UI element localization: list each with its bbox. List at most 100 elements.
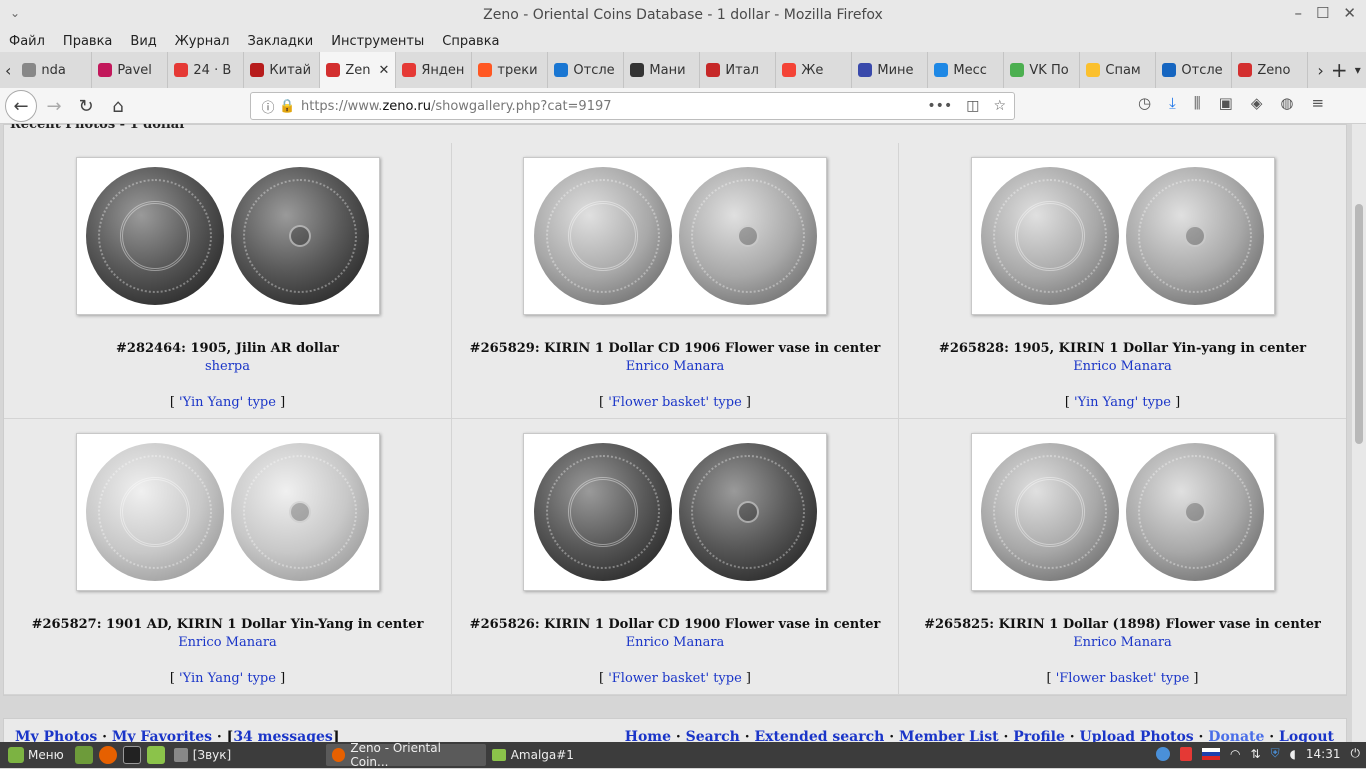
vpn-icon[interactable] xyxy=(1156,746,1171,761)
member-list-link[interactable]: Member List xyxy=(899,729,999,742)
forward-button[interactable]: → xyxy=(40,92,68,120)
new-tab-icon[interactable]: + xyxy=(1329,58,1350,82)
menu-view[interactable]: Вид xyxy=(130,34,156,49)
back-button[interactable]: ← xyxy=(5,90,37,122)
coin-photo-thumbnail[interactable] xyxy=(523,433,827,591)
coin-photo-thumbnail[interactable] xyxy=(75,433,380,591)
browser-tab[interactable]: Мани xyxy=(624,52,701,88)
messages-link[interactable]: 34 messages xyxy=(233,729,333,742)
menu-edit[interactable]: Правка xyxy=(63,34,112,49)
photo-author-link[interactable]: Enrico Manara xyxy=(452,635,898,650)
menu-help[interactable]: Справка xyxy=(442,34,499,49)
ublock-icon[interactable]: ◈ xyxy=(1251,94,1263,112)
menu-file[interactable]: Файл xyxy=(9,34,45,49)
photo-type-link[interactable]: 'Yin Yang' type xyxy=(179,671,276,686)
minimize-button[interactable]: – xyxy=(1294,4,1302,22)
tab-scroll-right-icon[interactable]: › xyxy=(1312,61,1328,80)
url-text[interactable]: https://www.zeno.ru/showgallery.php?cat=… xyxy=(301,99,612,114)
shield-icon[interactable] xyxy=(1180,746,1193,761)
photo-author-link[interactable]: Enrico Manara xyxy=(899,635,1346,650)
bookmark-star-icon[interactable]: ☆ xyxy=(993,98,1006,114)
browser-tab[interactable]: Отсле xyxy=(548,52,625,88)
history-icon[interactable]: ◷ xyxy=(1138,94,1151,112)
library-icon[interactable]: ⫼ xyxy=(1194,94,1201,112)
browser-tab[interactable]: 24 · В xyxy=(168,52,245,88)
photo-author-link[interactable]: sherpa xyxy=(4,359,451,374)
browser-tab[interactable]: Отсле xyxy=(1156,52,1233,88)
browser-tab[interactable]: Китай xyxy=(244,52,321,88)
terminal-launcher-icon[interactable] xyxy=(122,746,141,764)
clock[interactable]: 14:31 xyxy=(1306,747,1341,761)
pocket-icon[interactable]: ◫ xyxy=(966,98,979,114)
maximize-button[interactable]: ☐ xyxy=(1316,4,1329,22)
start-menu-button[interactable]: Меню xyxy=(0,747,72,763)
page-actions-icon[interactable]: ••• xyxy=(927,98,952,114)
upload-photos-link[interactable]: Upload Photos xyxy=(1080,729,1194,742)
page-scrollbar[interactable] xyxy=(1352,124,1366,742)
photo-author-link[interactable]: Enrico Manara xyxy=(4,635,451,650)
keyboard-layout-flag-icon[interactable] xyxy=(1202,747,1221,760)
photo-caption[interactable]: #265826: KIRIN 1 Dollar CD 1900 Flower v… xyxy=(452,617,898,632)
network-icon[interactable]: ⇅ xyxy=(1251,747,1261,761)
taskbar-task-folder[interactable]: Amalga#1 xyxy=(486,744,646,766)
download-icon[interactable]: ⤓ xyxy=(1169,94,1176,112)
menu-bookmarks[interactable]: Закладки xyxy=(248,34,314,49)
window-menu-icon[interactable]: ⌄ xyxy=(10,6,20,20)
coin-photo-thumbnail[interactable] xyxy=(523,157,827,315)
close-window-button[interactable]: ✕ xyxy=(1343,4,1356,22)
photo-type-link[interactable]: 'Flower basket' type xyxy=(1056,671,1190,686)
home-link[interactable]: Home xyxy=(625,729,671,742)
browser-tab[interactable]: VK По xyxy=(1004,52,1081,88)
coin-photo-thumbnail[interactable] xyxy=(75,157,380,315)
photo-type-link[interactable]: 'Flower basket' type xyxy=(608,671,742,686)
coin-photo-thumbnail[interactable] xyxy=(970,433,1275,591)
photo-caption[interactable]: #282464: 1905, Jilin AR dollar xyxy=(4,341,451,356)
extended-search-link[interactable]: Extended search xyxy=(754,729,884,742)
volume-icon[interactable]: ◖ xyxy=(1290,747,1296,761)
taskbar-task-firefox[interactable]: Zeno - Oriental Coin... xyxy=(325,741,486,769)
tab-scroll-left-icon[interactable]: ‹ xyxy=(0,61,16,80)
browser-tab[interactable]: Мине xyxy=(852,52,929,88)
browser-tab[interactable]: Pavel xyxy=(92,52,169,88)
logout-link[interactable]: Logout xyxy=(1279,729,1334,742)
photo-type-link[interactable]: 'Yin Yang' type xyxy=(1074,395,1171,410)
menu-tools[interactable]: Инструменты xyxy=(331,34,424,49)
my-favorites-link[interactable]: My Favorites xyxy=(112,729,212,742)
wifi-icon[interactable]: ◠ xyxy=(1230,747,1240,761)
power-icon[interactable]: ⏻ xyxy=(1351,746,1361,761)
close-tab-icon[interactable]: ✕ xyxy=(378,63,389,78)
globe-icon[interactable]: ◍ xyxy=(1280,94,1293,112)
browser-tab[interactable]: Месс xyxy=(928,52,1005,88)
reload-button[interactable]: ↻ xyxy=(72,92,100,120)
url-bar[interactable]: ⓘ 🔒 https://www.zeno.ru/showgallery.php?… xyxy=(250,92,1015,120)
photo-caption[interactable]: #265828: 1905, KIRIN 1 Dollar Yin-yang i… xyxy=(899,341,1346,356)
tab-list-icon[interactable]: ▾ xyxy=(1350,63,1366,77)
sidebar-icon[interactable]: ▣ xyxy=(1219,94,1233,112)
photo-caption[interactable]: #265829: KIRIN 1 Dollar CD 1906 Flower v… xyxy=(452,341,898,356)
scrollbar-thumb[interactable] xyxy=(1355,204,1363,444)
browser-tab[interactable]: Же xyxy=(776,52,853,88)
browser-tab[interactable]: треки xyxy=(472,52,549,88)
photo-author-link[interactable]: Enrico Manara xyxy=(899,359,1346,374)
home-icon[interactable]: ⌂ xyxy=(104,92,132,120)
photo-type-link[interactable]: 'Yin Yang' type xyxy=(179,395,276,410)
browser-tab[interactable]: Zen ✕ xyxy=(320,52,397,88)
files-launcher-icon[interactable] xyxy=(146,746,165,764)
coin-photo-thumbnail[interactable] xyxy=(970,157,1275,315)
search-link[interactable]: Search xyxy=(686,729,740,742)
photo-author-link[interactable]: Enrico Manara xyxy=(452,359,898,374)
firefox-launcher-icon[interactable] xyxy=(98,746,117,764)
donate-link[interactable]: Donate xyxy=(1208,729,1264,742)
photo-caption[interactable]: #265825: KIRIN 1 Dollar (1898) Flower va… xyxy=(899,617,1346,632)
info-icon[interactable]: ⓘ xyxy=(257,97,279,116)
profile-link[interactable]: Profile xyxy=(1013,729,1065,742)
my-photos-link[interactable]: My Photos xyxy=(15,729,97,742)
taskbar-task-sound[interactable]: [Звук] xyxy=(168,744,326,766)
browser-tab[interactable]: Итал xyxy=(700,52,777,88)
photo-caption[interactable]: #265827: 1901 AD, KIRIN 1 Dollar Yin-Yan… xyxy=(4,617,451,632)
photo-type-link[interactable]: 'Flower basket' type xyxy=(608,395,742,410)
show-desktop-icon[interactable] xyxy=(74,746,93,764)
security-shield-icon[interactable]: ⛨ xyxy=(1271,746,1280,761)
browser-tab[interactable]: Спам xyxy=(1080,52,1157,88)
menu-history[interactable]: Журнал xyxy=(175,34,230,49)
